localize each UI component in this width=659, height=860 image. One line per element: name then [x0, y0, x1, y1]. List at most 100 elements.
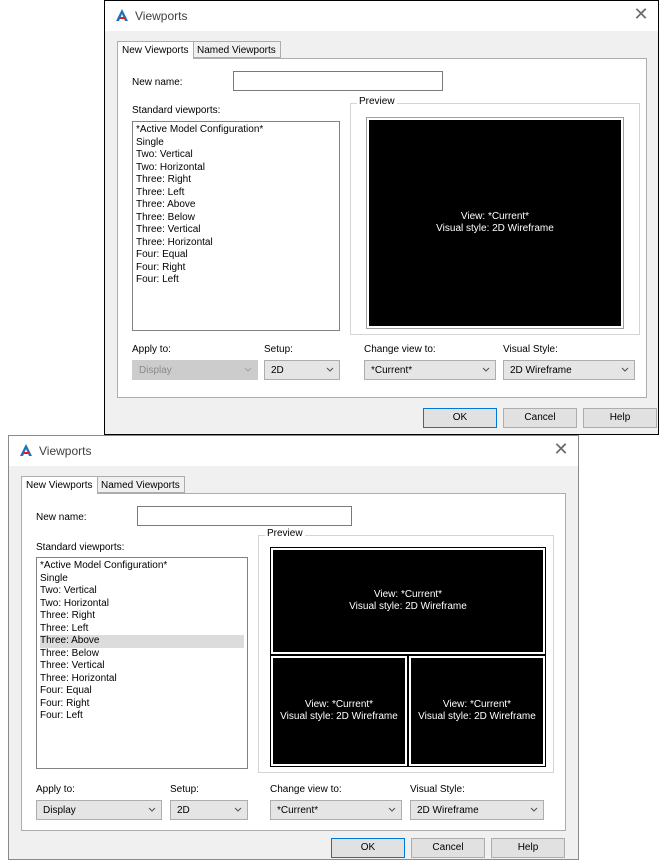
- list-item[interactable]: Three: Vertical: [40, 660, 244, 673]
- setup-label: Setup:: [170, 784, 199, 795]
- list-item[interactable]: Single: [40, 573, 244, 586]
- viewports-dialog-top: Viewports ✕ New Viewports Named Viewport…: [104, 0, 659, 435]
- change-view-select[interactable]: *Current*: [364, 360, 496, 380]
- setup-label: Setup:: [264, 344, 293, 355]
- list-item[interactable]: Four: Equal: [136, 249, 336, 262]
- list-item[interactable]: Two: Horizontal: [136, 162, 336, 175]
- chevron-down-icon: [148, 807, 156, 812]
- change-view-label: Change view to:: [270, 784, 342, 795]
- viewport-top: View: *Current* Visual style: 2D Wirefram…: [270, 547, 546, 655]
- viewport-style-text: Visual style: 2D Wireframe: [349, 601, 467, 612]
- chevron-down-icon: [234, 807, 242, 812]
- standard-viewports-list[interactable]: *Active Model Configuration* Single Two: V…: [36, 557, 248, 769]
- change-view-value: *Current*: [371, 365, 413, 376]
- visual-style-select[interactable]: 2D Wireframe: [410, 800, 544, 820]
- dialog-body: New Viewports Named Viewports New name: …: [105, 31, 658, 434]
- dialog-title: Viewports: [135, 9, 188, 23]
- chevron-down-icon: [482, 367, 490, 372]
- chevron-down-icon: [621, 367, 629, 372]
- title-bar[interactable]: Viewports ✕: [9, 436, 578, 466]
- list-item[interactable]: Three: Left: [40, 623, 244, 636]
- visual-style-value: 2D Wireframe: [510, 365, 572, 376]
- list-item[interactable]: Three: Above: [40, 635, 244, 648]
- setup-select[interactable]: 2D: [170, 800, 248, 820]
- viewport-view-text: View: *Current*: [460, 211, 530, 222]
- preview-label: Preview: [265, 528, 305, 539]
- preview-group: Preview View: *Current* Visual style: 2D …: [258, 528, 554, 773]
- viewport-style-text: Visual style: 2D Wireframe: [418, 711, 536, 722]
- tab-named-viewports[interactable]: Named Viewports: [96, 476, 185, 493]
- list-item[interactable]: Two: Vertical: [40, 585, 244, 598]
- standard-viewports-list[interactable]: *Active Model Configuration* Single Two: V…: [132, 121, 340, 331]
- chevron-down-icon: [530, 807, 538, 812]
- list-item[interactable]: Three: Below: [136, 212, 336, 225]
- list-item[interactable]: Four: Right: [136, 262, 336, 275]
- tab-new-viewports[interactable]: New Viewports: [117, 41, 194, 59]
- list-item[interactable]: Three: Right: [136, 174, 336, 187]
- list-item[interactable]: Three: Vertical: [136, 224, 336, 237]
- list-item[interactable]: Four: Equal: [40, 685, 244, 698]
- help-button[interactable]: Help: [491, 838, 565, 858]
- new-name-label: New name:: [36, 512, 87, 523]
- standard-viewports-label: Standard viewports:: [132, 105, 221, 116]
- list-item[interactable]: Two: Vertical: [136, 149, 336, 162]
- list-item[interactable]: Four: Left: [136, 274, 336, 287]
- preview-label: Preview: [357, 96, 397, 107]
- apply-to-value: Display: [139, 365, 172, 376]
- dialog-body: New Viewports Named Viewports New name: …: [9, 466, 578, 859]
- viewport-bottom-right: View: *Current* Visual style: 2D Wirefram…: [408, 655, 546, 767]
- preview-area: View: *Current* Visual style: 2D Wirefram…: [366, 117, 624, 329]
- viewports-dialog-bottom: Viewports ✕ New Viewports Named Viewport…: [8, 435, 579, 860]
- apply-to-label: Apply to:: [36, 784, 75, 795]
- preview-area: View: *Current* Visual style: 2D Wirefram…: [270, 547, 546, 767]
- ok-button[interactable]: OK: [423, 408, 497, 428]
- setup-select[interactable]: 2D: [264, 360, 340, 380]
- standard-viewports-label: Standard viewports:: [36, 542, 125, 553]
- autocad-icon: [20, 444, 32, 456]
- list-item[interactable]: Four: Right: [40, 698, 244, 711]
- apply-to-select[interactable]: Display: [36, 800, 162, 820]
- list-item[interactable]: Two: Horizontal: [40, 598, 244, 611]
- setup-value: 2D: [271, 365, 284, 376]
- autocad-icon: [116, 9, 128, 21]
- list-item[interactable]: *Active Model Configuration*: [136, 124, 336, 137]
- cancel-button[interactable]: Cancel: [411, 838, 485, 858]
- viewport-style-text: Visual style: 2D Wireframe: [436, 223, 554, 234]
- visual-style-label: Visual Style:: [503, 344, 558, 355]
- list-item[interactable]: Three: Right: [40, 610, 244, 623]
- tab-named-viewports[interactable]: Named Viewports: [192, 41, 281, 58]
- list-item[interactable]: Four: Left: [40, 710, 244, 723]
- ok-button[interactable]: OK: [331, 838, 405, 858]
- viewport-view-text: View: *Current*: [304, 699, 374, 710]
- tab-new-viewports[interactable]: New Viewports: [21, 476, 98, 494]
- chevron-down-icon: [388, 807, 396, 812]
- list-item[interactable]: Three: Left: [136, 187, 336, 200]
- apply-to-select[interactable]: Display: [132, 360, 258, 380]
- list-item[interactable]: Three: Below: [40, 648, 244, 661]
- visual-style-label: Visual Style:: [410, 784, 465, 795]
- apply-to-label: Apply to:: [132, 344, 171, 355]
- list-item[interactable]: Single: [136, 137, 336, 150]
- close-icon[interactable]: ✕: [630, 4, 652, 24]
- list-item[interactable]: Three: Horizontal: [136, 237, 336, 250]
- viewport-style-text: Visual style: 2D Wireframe: [280, 711, 398, 722]
- list-item[interactable]: Three: Horizontal: [40, 673, 244, 686]
- viewport-single: View: *Current* Visual style: 2D Wirefram…: [369, 120, 621, 326]
- cancel-button[interactable]: Cancel: [503, 408, 577, 428]
- list-item[interactable]: Three: Above: [136, 199, 336, 212]
- setup-value: 2D: [177, 805, 190, 816]
- new-name-input[interactable]: [233, 71, 443, 91]
- chevron-down-icon: [244, 367, 252, 372]
- close-icon[interactable]: ✕: [550, 439, 572, 459]
- visual-style-value: 2D Wireframe: [417, 805, 479, 816]
- change-view-value: *Current*: [277, 805, 319, 816]
- visual-style-select[interactable]: 2D Wireframe: [503, 360, 635, 380]
- change-view-select[interactable]: *Current*: [270, 800, 402, 820]
- title-bar[interactable]: Viewports ✕: [105, 1, 658, 31]
- list-item[interactable]: *Active Model Configuration*: [40, 560, 244, 573]
- new-name-input[interactable]: [137, 506, 352, 526]
- apply-to-value: Display: [43, 805, 76, 816]
- viewport-bottom-left: View: *Current* Visual style: 2D Wirefram…: [270, 655, 408, 767]
- new-name-label: New name:: [132, 77, 183, 88]
- help-button[interactable]: Help: [583, 408, 657, 428]
